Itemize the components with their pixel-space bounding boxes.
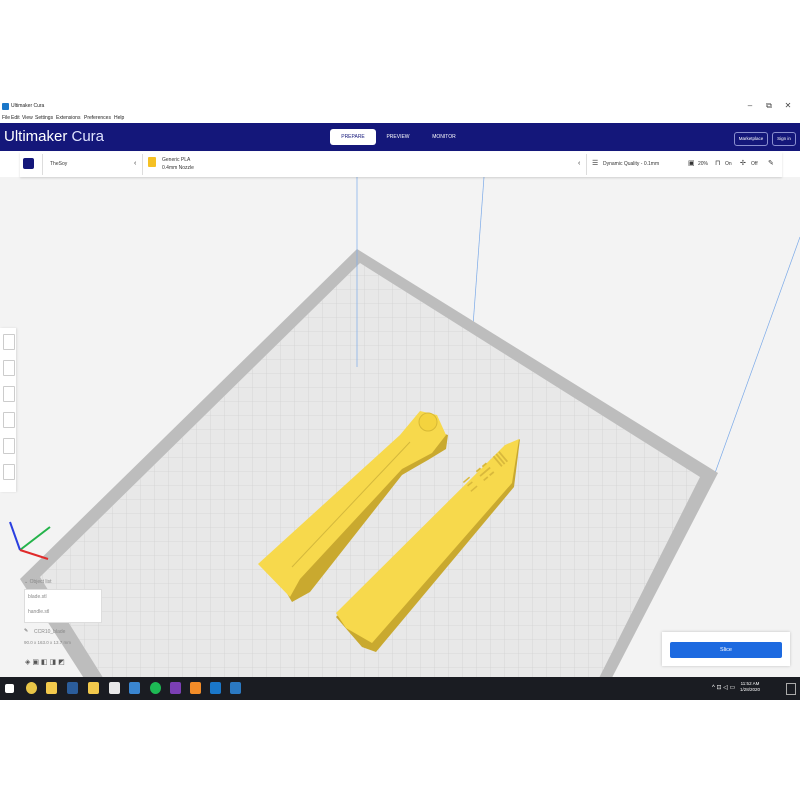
3d-view-icon[interactable]: ◈: [25, 659, 30, 666]
support-value[interactable]: On: [725, 161, 732, 167]
tab-preview[interactable]: PREVIEW: [376, 129, 420, 145]
model-dimensions: 90.0 x 163.0 x 13.7 mm: [24, 640, 72, 645]
scale-tool-icon[interactable]: [3, 360, 15, 376]
menu-extensions[interactable]: Extensions: [56, 115, 80, 121]
front-view-icon[interactable]: ▣: [32, 659, 39, 666]
windows-taskbar: ^ ⊡ ◁ ▭ 11:52 AM 1/28/2020: [0, 677, 800, 700]
printer-settings-bar: TheSoy ‹ Generic PLA 0.4mm Nozzle ‹ ☰ Dy…: [20, 152, 782, 177]
sublime-icon[interactable]: [190, 682, 201, 694]
left-view-icon[interactable]: ◨: [50, 659, 57, 666]
cura-app-icon: [2, 103, 9, 110]
tab-prepare[interactable]: PREPARE: [330, 129, 376, 145]
divider: [142, 154, 143, 175]
menu-edit[interactable]: Edit: [11, 115, 20, 121]
minimize-button[interactable]: –: [744, 101, 756, 110]
build-volume-edge: [714, 236, 800, 474]
window-title-bar: Ultimaker Cura – ⧉ ✕: [0, 100, 800, 114]
per-model-settings-icon[interactable]: [3, 438, 15, 454]
settings-pencil-icon[interactable]: ✎: [768, 159, 774, 167]
profile-icon: ☰: [592, 160, 599, 167]
notepad-icon[interactable]: [109, 682, 120, 694]
support-icon: ⊓: [715, 160, 721, 167]
material-name[interactable]: Generic PLA: [162, 157, 190, 163]
windows-start-icon[interactable]: [5, 684, 14, 693]
object-list-header[interactable]: ⌄ Object list: [24, 579, 52, 585]
printer-name[interactable]: TheSoy: [50, 161, 67, 167]
steam-icon[interactable]: [67, 682, 78, 694]
x-axis: [19, 549, 49, 560]
y-axis: [19, 526, 51, 551]
view-buttons: ◈ ▣ ◧ ◨ ◩: [25, 658, 65, 666]
adhesion-value[interactable]: Off: [751, 161, 758, 167]
chevron-left-icon[interactable]: ‹: [134, 160, 136, 167]
arduino-icon[interactable]: [230, 682, 241, 694]
marketplace-button[interactable]: Marketplace: [734, 132, 768, 146]
chevron-left-icon[interactable]: ‹: [578, 160, 580, 167]
infill-icon: ▣: [688, 160, 695, 167]
object-item-handle[interactable]: handle.stl: [28, 609, 49, 615]
file-pencil-icon: ✎: [24, 628, 29, 634]
z-axis: [9, 521, 21, 551]
nozzle-size[interactable]: 0.4mm Nozzle: [162, 165, 194, 171]
file-explorer-icon[interactable]: [46, 682, 57, 694]
notifications-icon[interactable]: [786, 683, 796, 695]
folder-icon[interactable]: [88, 682, 99, 694]
mirror-tool-icon[interactable]: [3, 412, 15, 428]
right-view-icon[interactable]: ◩: [58, 659, 65, 666]
scene-canvas: Ξ ☵ Ⅲ: [9, 177, 800, 677]
visual-studio-icon[interactable]: [170, 682, 181, 694]
rotate-tool-icon[interactable]: [3, 386, 15, 402]
infill-value[interactable]: 20%: [698, 161, 708, 167]
3d-viewport[interactable]: Ξ ☵ Ⅲ: [0, 177, 800, 677]
object-item-blade[interactable]: blade.stl: [28, 594, 47, 600]
move-tool-icon[interactable]: [3, 334, 15, 350]
app-icon[interactable]: [129, 682, 140, 694]
system-tray-icons[interactable]: ^ ⊡ ◁ ▭: [712, 684, 735, 691]
current-file-name: CCR10_blade: [34, 629, 66, 635]
support-blocker-icon[interactable]: [3, 464, 15, 480]
menu-bar: File Edit View Settings Extensions Prefe…: [0, 114, 800, 123]
restore-button[interactable]: ⧉: [763, 101, 775, 111]
chrome-icon[interactable]: [26, 682, 37, 694]
taskbar-clock[interactable]: 11:52 AM 1/28/2020: [740, 681, 760, 693]
open-file-icon[interactable]: [23, 158, 34, 169]
menu-file[interactable]: File: [2, 115, 10, 121]
transform-toolbar: [0, 328, 16, 492]
object-list-panel: ⌄ Object list blade.stl handle.stl ✎ CCR…: [22, 577, 102, 647]
cura-taskbar-icon[interactable]: [210, 682, 221, 694]
divider: [586, 154, 587, 175]
brand-name-thin: Cura: [67, 128, 105, 145]
window-title: Ultimaker Cura: [11, 103, 45, 109]
menu-help[interactable]: Help: [114, 115, 124, 121]
close-button[interactable]: ✕: [782, 101, 794, 110]
divider: [42, 154, 43, 175]
object-list-box: blade.stl handle.stl: [24, 589, 102, 623]
brand-logo: Ultimaker Cura: [4, 128, 104, 145]
top-view-icon[interactable]: ◧: [41, 659, 48, 666]
adhesion-icon: ✢: [740, 160, 746, 167]
spotify-icon[interactable]: [150, 682, 161, 694]
brand-name-bold: Ultimaker: [4, 128, 68, 145]
menu-settings[interactable]: Settings: [35, 115, 53, 121]
menu-preferences[interactable]: Preferences: [84, 115, 111, 121]
clock-date: 1/28/2020: [739, 687, 760, 692]
slice-panel: Slice: [662, 632, 790, 666]
material-color-icon: [148, 157, 156, 167]
menu-view[interactable]: View: [22, 115, 33, 121]
slice-button[interactable]: Slice: [670, 642, 782, 658]
signin-button[interactable]: Sign in: [772, 132, 796, 146]
quality-profile[interactable]: Dynamic Quality - 0.1mm: [603, 161, 659, 167]
tab-monitor[interactable]: MONITOR: [420, 129, 468, 145]
app-header: Ultimaker Cura PREPARE PREVIEW MONITOR M…: [0, 123, 800, 151]
